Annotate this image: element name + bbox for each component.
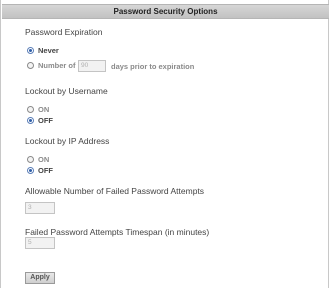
expiration-days-input[interactable]: 90 [78,60,106,72]
expiration-never-option[interactable]: Never [27,45,59,56]
expiration-number-label: Number of [38,61,76,70]
radio-unchecked-icon[interactable] [27,106,34,113]
lockout-username-heading: Lockout by Username [25,86,108,96]
timespan-heading: Failed Password Attempts Timespan (in mi… [25,227,210,237]
lockout-ip-on-option[interactable]: ON [27,154,49,165]
lockout-ip-off-label: OFF [38,166,53,175]
radio-checked-icon[interactable] [27,167,34,174]
radio-checked-icon[interactable] [27,117,34,124]
radio-checked-icon[interactable] [27,47,34,54]
failed-attempts-heading: Allowable Number of Failed Password Atte… [25,186,205,196]
lockout-ip-off-option[interactable]: OFF [27,165,53,176]
failed-attempts-input[interactable]: 3 [25,202,55,214]
timespan-input[interactable]: 5 [25,237,55,249]
lockout-ip-heading: Lockout by IP Address [25,136,110,146]
radio-unchecked-icon[interactable] [27,156,34,163]
password-expiration-heading: Password Expiration [25,27,103,37]
apply-button[interactable]: Apply [25,272,55,284]
expiration-never-label: Never [38,46,59,55]
expiration-number-option[interactable]: Number of [27,60,76,71]
panel-title: Password Security Options [2,4,329,19]
lockout-ip-on-label: ON [38,155,50,164]
lockout-username-off-label: OFF [38,116,53,125]
lockout-username-on-label: ON [38,105,50,114]
radio-unchecked-icon[interactable] [27,62,34,69]
lockout-username-on-option[interactable]: ON [27,104,49,115]
lockout-username-off-option[interactable]: OFF [27,115,53,126]
expiration-days-suffix: days prior to expiration [111,62,195,71]
settings-panel: Password Security Options Password Expir… [0,0,329,288]
